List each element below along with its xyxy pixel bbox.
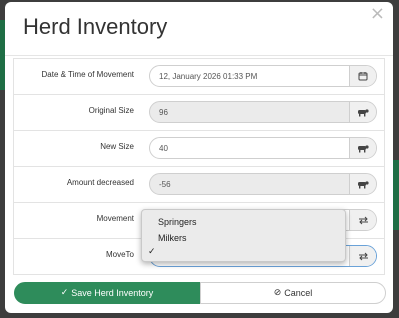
header-divider	[5, 55, 393, 56]
cow-icon	[349, 102, 376, 122]
cancel-icon: ⊘	[273, 288, 282, 298]
date-time-field[interactable]: 12, January 2026 01:33 PM	[149, 65, 377, 87]
check-icon: ✓	[60, 288, 69, 298]
new-size-label: New Size	[100, 142, 134, 151]
move-to-label: MoveTo	[105, 250, 134, 259]
movement-label: Movement	[96, 214, 134, 223]
swap-arrows-icon[interactable]	[349, 246, 376, 266]
original-size-label: Original Size	[88, 106, 134, 115]
cow-icon	[349, 138, 376, 158]
row-new-size: New Size 40	[13, 131, 385, 167]
row-original-size: Original Size 96	[13, 95, 385, 131]
dropdown-option-milkers[interactable]: Milkers	[158, 233, 187, 243]
amount-decreased-field: -56	[149, 173, 377, 195]
close-icon[interactable]: ×	[370, 3, 385, 24]
amount-decreased-label: Amount decreased	[66, 178, 134, 187]
dropdown-option-springers[interactable]: Springers	[158, 217, 197, 227]
cancel-button[interactable]: ⊘ Cancel	[200, 282, 386, 304]
original-size-value: 96	[159, 108, 168, 117]
cancel-button-label: Cancel	[284, 288, 313, 298]
date-time-label: Date & Time of Movement	[41, 70, 134, 79]
herd-inventory-modal: Herd Inventory × Date & Time of Movement…	[5, 2, 393, 313]
original-size-field: 96	[149, 101, 377, 123]
new-size-value: 40	[159, 144, 168, 153]
swap-arrows-icon[interactable]	[349, 210, 376, 230]
amount-decreased-value: -56	[159, 180, 171, 189]
backdrop-stripe-right	[393, 160, 399, 230]
calendar-icon[interactable]	[349, 66, 376, 86]
modal-title: Herd Inventory	[23, 14, 168, 39]
new-size-field[interactable]: 40	[149, 137, 377, 159]
move-to-dropdown-menu: Springers Milkers ✓	[141, 209, 346, 262]
row-amount-decreased: Amount decreased -56	[13, 167, 385, 203]
checkmark-icon: ✓	[148, 246, 156, 256]
save-herd-inventory-button[interactable]: ✓ Save Herd Inventory	[14, 282, 200, 304]
row-date-time: Date & Time of Movement 12, January 2026…	[13, 59, 385, 95]
cow-icon	[349, 174, 376, 194]
date-time-value: 12, January 2026 01:33 PM	[159, 72, 258, 81]
dropdown-option-empty[interactable]	[158, 247, 338, 257]
save-button-label: Save Herd Inventory	[71, 288, 154, 298]
